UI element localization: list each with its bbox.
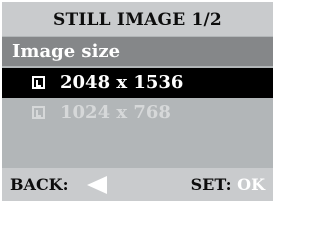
section-title: Image size (12, 41, 121, 62)
back-label: BACK: (10, 175, 69, 194)
back-arrow-icon[interactable] (87, 176, 107, 194)
option-2048x1536[interactable]: 2048 x 1536 (2, 68, 273, 98)
small-size-icon (32, 106, 45, 119)
large-size-icon (32, 76, 45, 89)
page-title: STILL IMAGE 1/2 (2, 2, 273, 36)
footer-bar: BACK: SET: OK (2, 168, 273, 201)
option-label: 1024 x 768 (60, 102, 171, 123)
camera-menu-screen: STILL IMAGE 1/2 Image size 2048 x 1536 1… (2, 2, 273, 201)
set-ok[interactable]: SET: OK (191, 168, 265, 201)
ok-label: OK (237, 175, 265, 194)
option-label: 2048 x 1536 (60, 72, 184, 93)
option-1024x768[interactable]: 1024 x 768 (2, 98, 273, 128)
set-label: SET: (190, 175, 232, 194)
section-header: Image size (2, 37, 273, 66)
